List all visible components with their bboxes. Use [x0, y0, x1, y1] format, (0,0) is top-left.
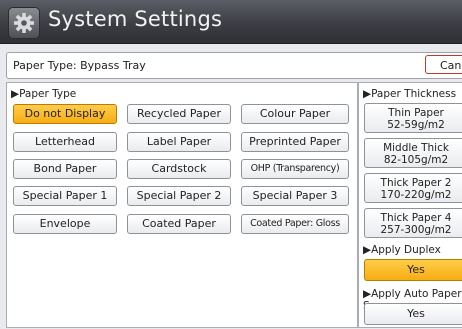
option-colour-paper[interactable]: Colour Paper [241, 104, 349, 124]
window-title: System Settings [48, 7, 223, 31]
cancel-button[interactable]: Cancel [425, 55, 462, 74]
option-ohp-transparency[interactable]: OHP (Transparency) [241, 159, 349, 179]
apply-duplex-yes-button[interactable]: Yes [364, 259, 462, 281]
option-label-paper[interactable]: Label Paper [127, 132, 231, 152]
apply-auto-paper-yes-button[interactable]: Yes [364, 303, 462, 325]
thickness-thick-paper-4[interactable]: Thick Paper 4 257-300g/m2 [364, 208, 462, 238]
option-coated-paper[interactable]: Coated Paper [127, 214, 231, 234]
settings-gear-icon [8, 7, 40, 39]
thickness-thick-paper-2[interactable]: Thick Paper 2 170-220g/m2 [364, 173, 462, 203]
option-preprinted-paper[interactable]: Preprinted Paper [241, 132, 349, 152]
option-letterhead[interactable]: Letterhead [13, 132, 117, 152]
option-recycled-paper[interactable]: Recycled Paper [127, 104, 231, 124]
option-special-paper-3[interactable]: Special Paper 3 [241, 186, 349, 206]
paper-thickness-panel: ▶Paper Thickness Thin Paper 52-59g/m2 Mi… [358, 82, 462, 328]
paper-thickness-section-label: ▶Paper Thickness [363, 88, 457, 100]
thickness-range: 52-59g/m2 [387, 119, 445, 131]
thickness-range: 170-220g/m2 [380, 189, 452, 201]
thickness-name: Middle Thick [383, 142, 449, 154]
option-cardstock[interactable]: Cardstock [127, 159, 231, 179]
paper-type-header: Paper Type: Bypass Tray Cancel [6, 52, 462, 79]
paper-type-panel: ▶Paper Type Do not Display Recycled Pape… [6, 82, 358, 328]
paper-type-section-label: ▶Paper Type [11, 88, 77, 100]
option-do-not-display[interactable]: Do not Display [13, 104, 117, 124]
thickness-range: 82-105g/m2 [383, 154, 449, 166]
thickness-range: 257-300g/m2 [380, 224, 452, 236]
paper-type-caption: Paper Type: Bypass Tray [13, 59, 146, 72]
thickness-name: Thin Paper [388, 107, 444, 119]
apply-duplex-label: ▶Apply Duplex [363, 244, 441, 256]
option-special-paper-1[interactable]: Special Paper 1 [13, 186, 117, 206]
option-bond-paper[interactable]: Bond Paper [13, 159, 117, 179]
option-special-paper-2[interactable]: Special Paper 2 [127, 186, 231, 206]
thickness-middle-thick[interactable]: Middle Thick 82-105g/m2 [364, 138, 462, 168]
thickness-name: Thick Paper 2 [380, 177, 452, 189]
option-coated-paper-gloss[interactable]: Coated Paper: Gloss [241, 214, 349, 234]
title-bar: System Settings [0, 0, 462, 44]
thickness-name: Thick Paper 4 [380, 212, 452, 224]
option-envelope[interactable]: Envelope [13, 214, 117, 234]
thickness-thin-paper[interactable]: Thin Paper 52-59g/m2 [364, 103, 462, 133]
